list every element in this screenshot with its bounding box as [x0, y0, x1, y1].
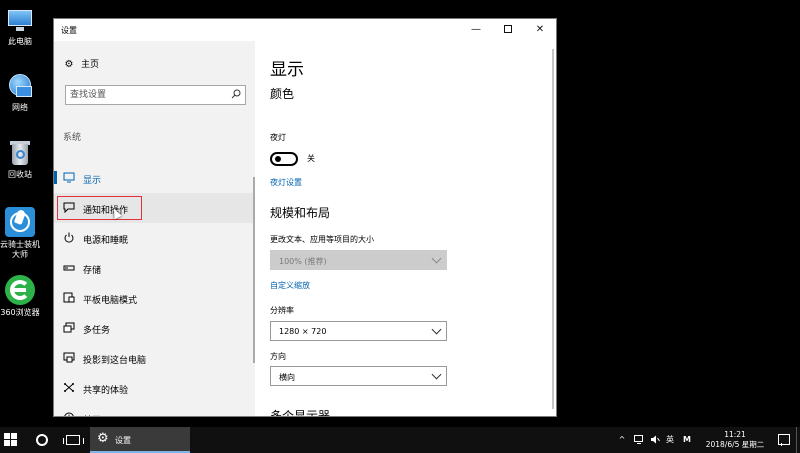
- custom-scaling-link[interactable]: 自定义缩放: [270, 280, 310, 291]
- desktop-icon-label: 360浏览器: [0, 308, 40, 317]
- sidebar-item-notifications[interactable]: 通知和操作: [54, 193, 255, 223]
- desktop-icon-label: 回收站: [8, 170, 32, 179]
- sidebar-item-label: 显示: [83, 176, 102, 186]
- home-label: 主页: [81, 60, 100, 70]
- sidebar-item-display[interactable]: 显示: [54, 163, 255, 193]
- search-input[interactable]: [66, 86, 226, 104]
- sidebar-item-label: 存储: [83, 266, 102, 276]
- show-desktop-button[interactable]: [796, 427, 797, 453]
- 360-browser-icon: [5, 275, 35, 305]
- desktop-icon-this-pc[interactable]: 此电脑: [0, 6, 40, 47]
- recycle-bin-icon: [6, 139, 34, 167]
- content-scrollbar[interactable]: [552, 49, 554, 409]
- info-icon: [64, 412, 74, 416]
- gear-icon: ⚙: [97, 431, 109, 446]
- sidebar-item-label: 多任务: [83, 326, 111, 336]
- orientation-value: 横向: [279, 373, 295, 382]
- sidebar-item-label: 关于: [83, 413, 101, 416]
- sidebar-item-storage[interactable]: 存储: [54, 253, 255, 283]
- sidebar-item-label: 共享的体验: [83, 386, 129, 396]
- clock-time: 11:21: [724, 430, 746, 439]
- sidebar-item-shared[interactable]: 共享的体验: [54, 373, 255, 403]
- monitor-icon: [63, 172, 75, 183]
- night-light-toggle[interactable]: [270, 152, 298, 166]
- taskbar-app-settings[interactable]: ⚙ 设置: [90, 427, 190, 453]
- m-tray-icon[interactable]: M: [681, 427, 693, 453]
- sidebar-item-power[interactable]: 电源和睡眠: [54, 223, 255, 253]
- chevron-down-icon: [431, 253, 442, 264]
- scale-layout-heading: 规模和布局: [270, 206, 331, 220]
- chevron-down-icon: [431, 369, 442, 380]
- sidebar-item-label: 投影到这台电脑: [83, 356, 147, 366]
- show-hidden-icons-button[interactable]: ^: [616, 427, 628, 453]
- clock-date: 2018/6/5 星期二: [705, 440, 765, 449]
- orientation-dropdown[interactable]: 横向: [270, 366, 447, 386]
- taskbar-app-label: 设置: [115, 436, 131, 445]
- taskbar: ⚙ 设置 ^ 英 M 11:21 2018/6/5 星期二: [0, 427, 800, 453]
- desktop-icon-knight-installer[interactable]: 云骑士装机大师: [0, 207, 40, 260]
- network-tray-icon[interactable]: [633, 427, 645, 453]
- ime-indicator[interactable]: 英: [664, 427, 676, 453]
- page-title: 显示: [270, 60, 304, 80]
- action-center-icon[interactable]: [778, 434, 790, 446]
- color-heading: 颜色: [270, 87, 295, 101]
- start-button[interactable]: [4, 433, 18, 447]
- maximize-icon: [504, 25, 512, 33]
- desktop-icon-360-browser[interactable]: 360浏览器: [0, 275, 40, 318]
- multitask-icon: [63, 322, 75, 333]
- network-icon: [6, 72, 34, 100]
- night-light-label: 夜灯: [270, 133, 286, 142]
- storage-icon: [63, 265, 75, 271]
- orientation-label: 方向: [270, 352, 286, 361]
- resolution-dropdown[interactable]: 1280 × 720: [270, 321, 447, 341]
- desktop-icon-label: 网络: [12, 103, 28, 112]
- multiple-displays-heading: 多个显示器: [270, 409, 331, 417]
- search-icon[interactable]: [231, 89, 241, 99]
- windows-logo-icon: [4, 433, 10, 439]
- volume-icon[interactable]: [649, 427, 661, 453]
- desktop-icon-recycle-bin[interactable]: 回收站: [0, 139, 40, 180]
- window-title: 设置: [61, 26, 77, 35]
- gear-icon: ⚙: [64, 59, 74, 70]
- settings-window: 设置 — ✕ ⚙ 主页 系统 显示 通知和操作 电源和睡眠: [53, 18, 557, 417]
- section-label: 系统: [63, 133, 82, 143]
- cortana-search-button[interactable]: [36, 434, 48, 446]
- scale-label: 更改文本、应用等项目的大小: [270, 235, 374, 244]
- scale-dropdown[interactable]: 100% (推荐): [270, 250, 447, 270]
- sidebar: ⚙ 主页 系统 显示 通知和操作 电源和睡眠 存储: [54, 41, 255, 416]
- minimize-button[interactable]: —: [460, 19, 492, 41]
- desktop-icon-network[interactable]: 网络: [0, 72, 40, 113]
- sidebar-item-label: 电源和睡眠: [83, 236, 129, 246]
- toggle-knob: [275, 156, 281, 162]
- resolution-label: 分辨率: [270, 306, 294, 315]
- clock[interactable]: 11:21 2018/6/5 星期二: [700, 430, 770, 450]
- sidebar-item-project[interactable]: 投影到这台电脑: [54, 343, 255, 373]
- computer-icon: [6, 6, 34, 34]
- share-icon: [64, 383, 74, 392]
- maximize-button[interactable]: [492, 19, 524, 41]
- desktop-icon-label: 此电脑: [8, 37, 32, 46]
- power-icon: [64, 232, 74, 243]
- desktop-icon-label: 云骑士装机大师: [0, 240, 40, 259]
- home-link[interactable]: ⚙ 主页: [63, 57, 100, 70]
- search-box[interactable]: [65, 85, 246, 105]
- chevron-down-icon: [431, 324, 442, 335]
- project-icon: [63, 352, 75, 363]
- sidebar-item-label: 平板电脑模式: [83, 296, 138, 306]
- sidebar-item-about[interactable]: 关于: [54, 403, 255, 416]
- title-bar[interactable]: 设置 — ✕: [54, 19, 556, 41]
- knight-installer-icon: [5, 207, 35, 237]
- tablet-icon: [63, 292, 75, 303]
- sidebar-item-multitasking[interactable]: 多任务: [54, 313, 255, 343]
- task-view-button[interactable]: [63, 435, 84, 445]
- sidebar-item-tablet[interactable]: 平板电脑模式: [54, 283, 255, 313]
- scale-value: 100% (推荐): [279, 257, 327, 266]
- display-settings-pane: 显示 颜色 夜灯 关 夜灯设置 规模和布局 更改文本、应用等项目的大小 100%…: [255, 41, 556, 417]
- night-light-settings-link[interactable]: 夜灯设置: [270, 177, 302, 188]
- night-light-state: 关: [307, 154, 315, 163]
- close-button[interactable]: ✕: [524, 19, 556, 41]
- highlight-box: [57, 196, 142, 220]
- resolution-value: 1280 × 720: [279, 327, 327, 336]
